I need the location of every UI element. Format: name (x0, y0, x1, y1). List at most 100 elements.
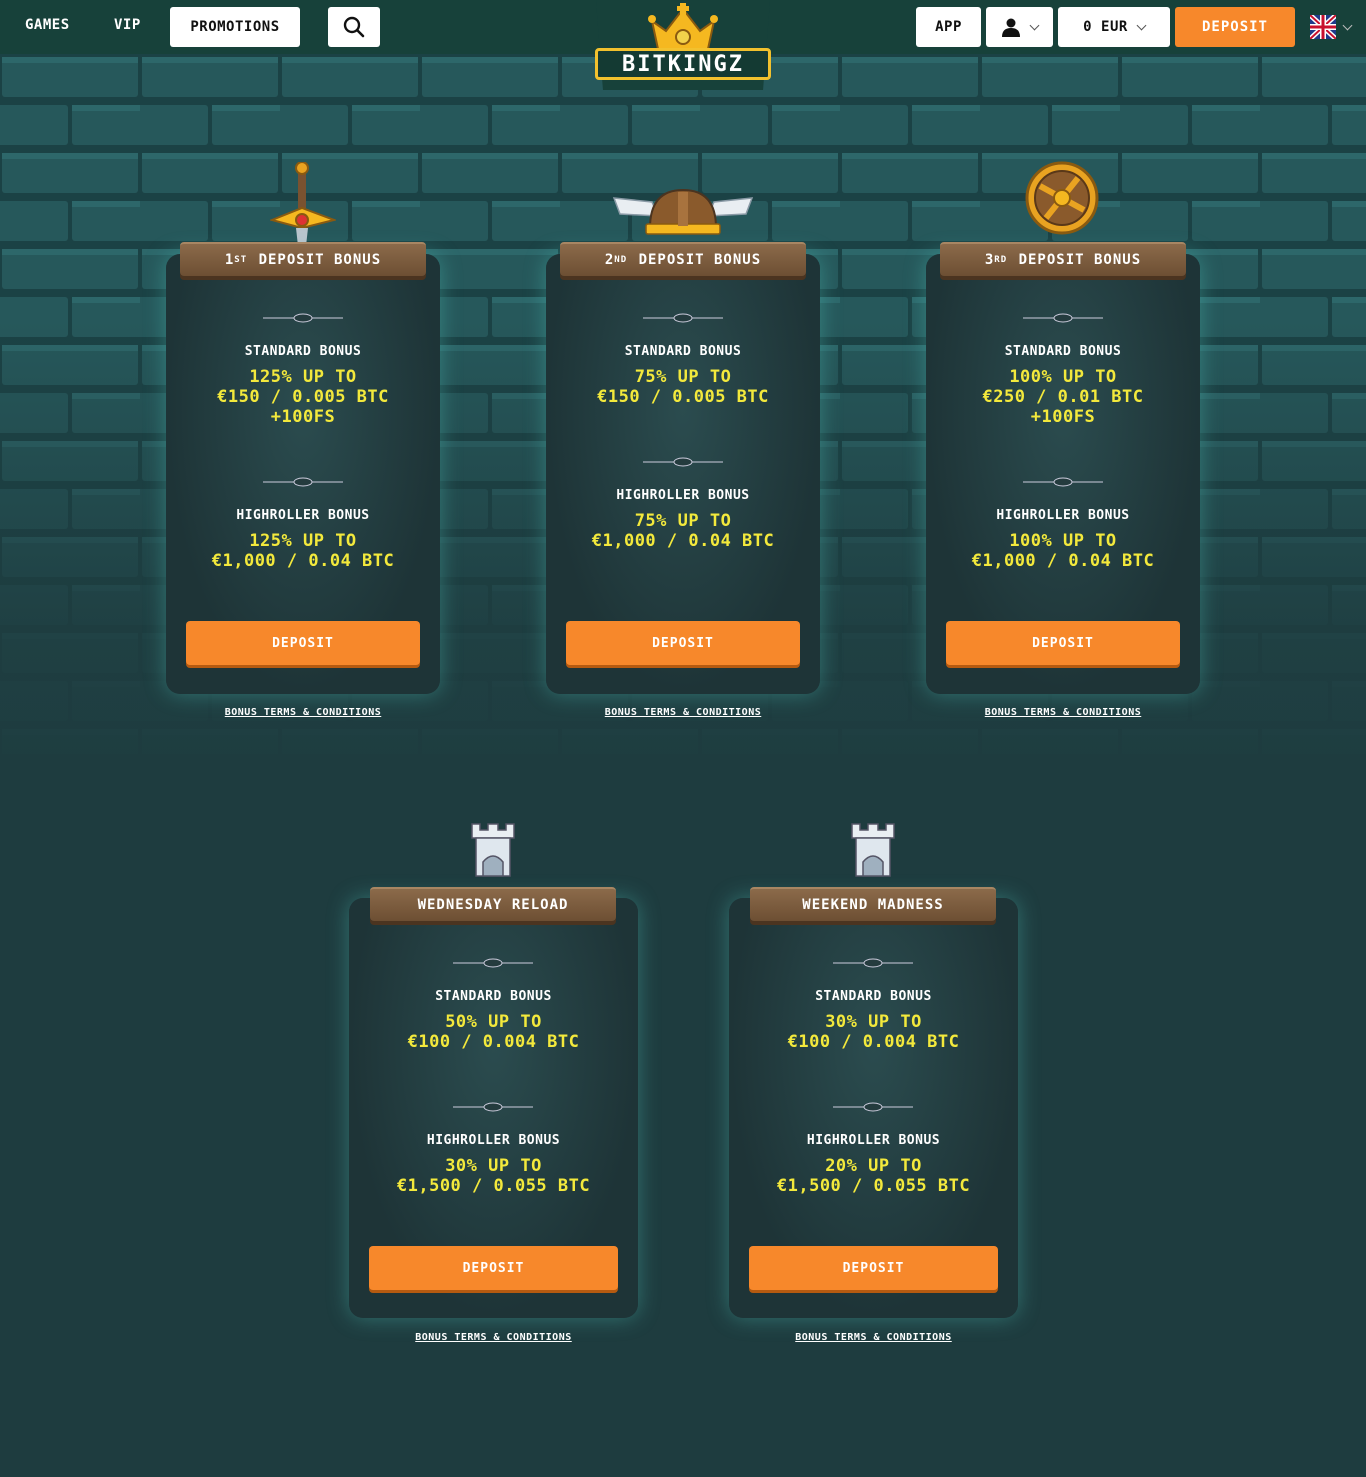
ornament-divider (833, 958, 913, 968)
highroller-bonus-amount: 75% UP TO €1,000 / 0.04 BTC (546, 511, 820, 551)
chevron-down-icon (1029, 20, 1040, 30)
title-ordinal: ST (234, 255, 248, 265)
amount-line: €1,000 / 0.04 BTC (971, 551, 1155, 571)
balance-dropdown[interactable]: 0 EUR (1058, 7, 1170, 47)
sword-icon (270, 162, 336, 246)
uk-flag-icon (1310, 15, 1336, 39)
ornament-divider (643, 457, 723, 467)
language-selector[interactable] (1310, 15, 1353, 39)
chevron-down-icon (1136, 20, 1147, 30)
amount-line: 125% UP TO (249, 367, 357, 387)
standard-bonus-amount: 30% UP TO €100 / 0.004 BTC (729, 1012, 1018, 1052)
amount-line: 125% UP TO (249, 531, 357, 551)
amount-line: €1,500 / 0.055 BTC (396, 1176, 591, 1196)
ornament-divider (263, 313, 343, 323)
search-button[interactable] (328, 7, 380, 47)
deposit-button[interactable]: DEPOSIT (566, 621, 800, 665)
standard-bonus-amount: 100% UP TO €250 / 0.01 BTC +100FS (926, 367, 1200, 427)
highroller-bonus-amount: 20% UP TO €1,500 / 0.055 BTC (729, 1156, 1018, 1196)
ornament-divider (263, 477, 343, 487)
crown-icon (648, 3, 718, 50)
title-text: WEEKEND MADNESS (802, 897, 944, 913)
terms-link[interactable]: BONUS TERMS & CONDITIONS (926, 707, 1200, 718)
title-text: DEPOSIT BONUS (258, 252, 382, 268)
amount-line: €150 / 0.005 BTC (217, 387, 389, 407)
viking-helmet-icon (612, 188, 754, 235)
logo-wordmark: BITKINGZ (595, 48, 771, 80)
ornament-divider (833, 1102, 913, 1112)
title-text: WEDNESDAY RELOAD (417, 897, 569, 913)
standard-bonus-amount: 75% UP TO €150 / 0.005 BTC (546, 367, 820, 407)
ornament-divider (1023, 313, 1103, 323)
highroller-bonus-amount: 30% UP TO €1,500 / 0.055 BTC (349, 1156, 638, 1196)
nav-vip[interactable]: VIP (114, 17, 141, 33)
amount-line: 75% UP TO (634, 367, 732, 387)
highroller-bonus-amount: 100% UP TO €1,000 / 0.04 BTC (926, 531, 1200, 571)
account-dropdown[interactable] (986, 7, 1053, 47)
card-title: WEDNESDAY RELOAD (370, 887, 616, 921)
terms-link[interactable]: BONUS TERMS & CONDITIONS (729, 1332, 1018, 1343)
amount-line: €1,000 / 0.04 BTC (591, 531, 775, 551)
amount-line: 50% UP TO (445, 1012, 542, 1032)
title-ordinal: ND (614, 255, 628, 265)
search-icon (343, 16, 365, 38)
card-title: 2 ND DEPOSIT BONUS (560, 242, 806, 276)
standard-bonus-label: STANDARD BONUS (815, 989, 932, 1004)
standard-bonus-label: STANDARD BONUS (244, 344, 362, 359)
standard-bonus-amount: 50% UP TO €100 / 0.004 BTC (349, 1012, 638, 1052)
title-ordinal: RD (994, 255, 1008, 265)
bitkingz-logo[interactable]: BITKINGZ (578, 0, 788, 92)
app-button[interactable]: APP (916, 7, 981, 47)
ornament-divider (453, 1102, 533, 1112)
amount-line: €100 / 0.004 BTC (787, 1032, 960, 1052)
amount-line: 30% UP TO (445, 1156, 542, 1176)
title-number: 2 (604, 252, 615, 268)
terms-link[interactable]: BONUS TERMS & CONDITIONS (546, 707, 820, 718)
standard-bonus-amount: 125% UP TO €150 / 0.005 BTC +100FS (166, 367, 440, 427)
card-title: 3 RD DEPOSIT BONUS (940, 242, 1186, 276)
amount-line: €250 / 0.01 BTC (982, 387, 1144, 407)
card-title: WEEKEND MADNESS (750, 887, 996, 921)
chevron-down-icon (1342, 20, 1353, 30)
ornament-divider (453, 958, 533, 968)
standard-bonus-label: STANDARD BONUS (435, 989, 552, 1004)
highroller-bonus-amount: 125% UP TO €1,000 / 0.04 BTC (166, 531, 440, 571)
balance-value: 0 EUR (1083, 19, 1128, 35)
deposit-button[interactable]: DEPOSIT (749, 1246, 998, 1290)
ornament-divider (1023, 477, 1103, 487)
highroller-bonus-label: HIGHROLLER BONUS (426, 1133, 561, 1148)
amount-line: €100 / 0.004 BTC (407, 1032, 580, 1052)
terms-link[interactable]: BONUS TERMS & CONDITIONS (349, 1332, 638, 1343)
amount-line: €1,500 / 0.055 BTC (776, 1176, 971, 1196)
shield-icon (1025, 161, 1099, 235)
amount-line: 75% UP TO (634, 511, 732, 531)
standard-bonus-label: STANDARD BONUS (624, 344, 742, 359)
title-number: 1 (224, 252, 235, 268)
deposit-button[interactable]: DEPOSIT (186, 621, 420, 665)
ornament-divider (643, 313, 723, 323)
standard-bonus-label: STANDARD BONUS (1004, 344, 1122, 359)
amount-line: 100% UP TO (1009, 531, 1117, 551)
title-text: DEPOSIT BONUS (1018, 252, 1142, 268)
amount-line: 20% UP TO (825, 1156, 922, 1176)
card-title: 1 ST DEPOSIT BONUS (180, 242, 426, 276)
castle-tower-icon (471, 823, 515, 877)
highroller-bonus-label: HIGHROLLER BONUS (806, 1133, 941, 1148)
deposit-button[interactable]: DEPOSIT (946, 621, 1180, 665)
nav-games[interactable]: GAMES (25, 17, 70, 33)
highroller-bonus-label: HIGHROLLER BONUS (616, 488, 750, 503)
terms-link[interactable]: BONUS TERMS & CONDITIONS (166, 707, 440, 718)
amount-line: €1,000 / 0.04 BTC (211, 551, 395, 571)
amount-line: 30% UP TO (825, 1012, 922, 1032)
castle-tower-icon (851, 823, 895, 877)
title-text: DEPOSIT BONUS (638, 252, 762, 268)
amount-line: 100% UP TO (1009, 367, 1117, 387)
deposit-button[interactable]: DEPOSIT (369, 1246, 618, 1290)
nav-promotions[interactable]: PROMOTIONS (170, 7, 300, 47)
highroller-bonus-label: HIGHROLLER BONUS (996, 508, 1130, 523)
title-number: 3 (984, 252, 995, 268)
highroller-bonus-label: HIGHROLLER BONUS (236, 508, 370, 523)
header-deposit-button[interactable]: DEPOSIT (1175, 7, 1295, 47)
user-icon (1002, 18, 1020, 37)
amount-line: +100FS (270, 407, 336, 427)
